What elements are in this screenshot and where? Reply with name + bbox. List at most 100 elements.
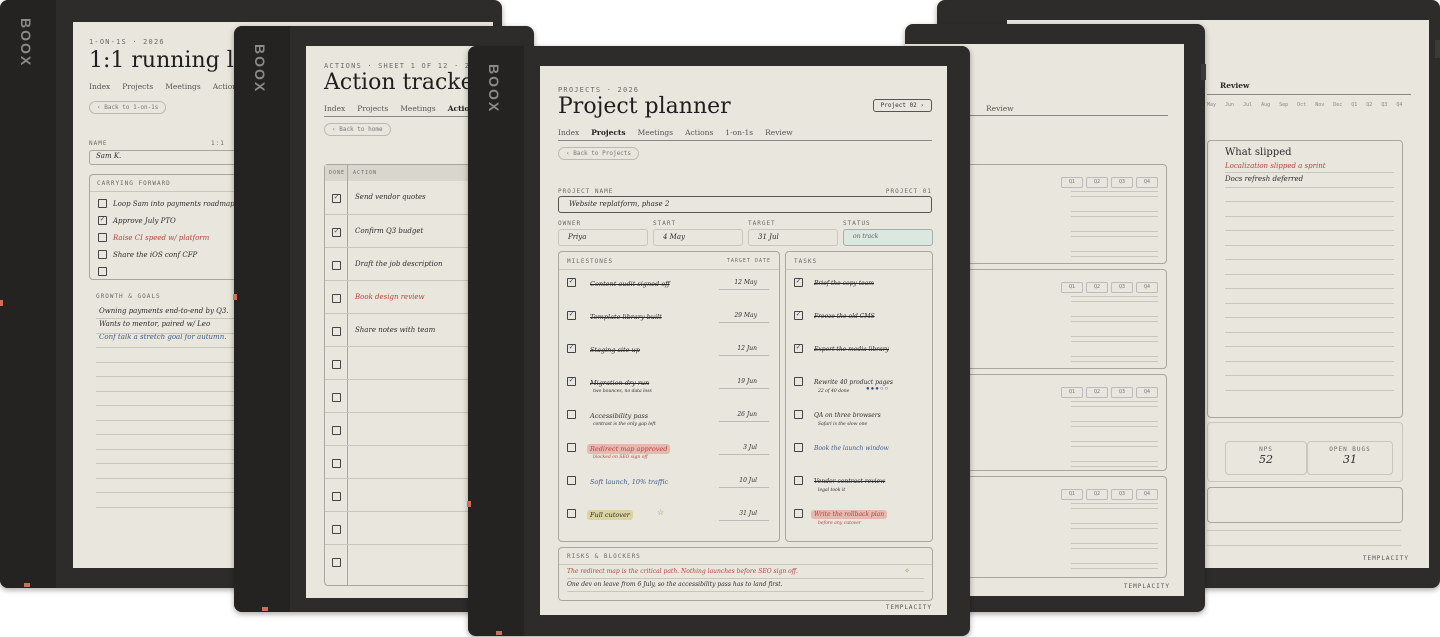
checkbox[interactable]: ✓ <box>567 377 576 386</box>
tasks-box: TASKS ✓ Brief the copy team ✓ Freeze the ol… <box>785 251 933 542</box>
checkbox[interactable] <box>794 410 803 419</box>
milestone-date: 3 Jul <box>743 444 757 451</box>
status-field[interactable]: on track <box>843 229 933 246</box>
checkbox[interactable] <box>98 267 107 276</box>
quarter-tab[interactable]: Q4 <box>1136 177 1158 188</box>
nav-review[interactable]: Review <box>1220 81 1249 90</box>
checkbox[interactable] <box>98 233 107 242</box>
checkbox[interactable] <box>332 492 341 501</box>
quarter-tab[interactable]: Q2 <box>1086 387 1108 398</box>
project-name-label: PROJECT NAME <box>558 188 614 195</box>
month-label: Q4 <box>1396 102 1403 108</box>
progress-track <box>1071 251 1158 257</box>
checkbox[interactable] <box>98 199 107 208</box>
nav-meetings[interactable]: Meetings <box>165 82 200 91</box>
page-title: Project planner <box>558 94 731 119</box>
checkbox[interactable] <box>567 476 576 485</box>
checkbox[interactable] <box>794 443 803 452</box>
checkbox[interactable]: ✓ <box>567 278 576 287</box>
checkbox[interactable] <box>794 377 803 386</box>
checkbox[interactable] <box>332 327 341 336</box>
checkbox[interactable] <box>332 426 341 435</box>
quarter-tab[interactable]: Q3 <box>1111 387 1133 398</box>
quarter-tab[interactable]: Q1 <box>1061 282 1083 293</box>
quarter-tab[interactable]: Q4 <box>1136 489 1158 500</box>
ruled-line <box>1225 201 1394 202</box>
ruled-line <box>1225 331 1394 333</box>
status-value: on track <box>853 233 879 240</box>
quarter-tab[interactable]: Q2 <box>1086 177 1108 188</box>
month-label: Oct <box>1297 102 1307 108</box>
nav-projects[interactable]: Projects <box>122 82 153 91</box>
checkbox[interactable] <box>567 509 576 518</box>
quarter-tab[interactable]: Q4 <box>1136 387 1158 398</box>
nav-actions[interactable]: Actions <box>685 128 713 137</box>
nav-meetings[interactable]: Meetings <box>638 128 673 137</box>
start-field[interactable]: 4 May <box>653 229 743 246</box>
checkbox[interactable] <box>332 261 341 270</box>
month-label: Q3 <box>1381 102 1388 108</box>
checkbox[interactable] <box>332 393 341 402</box>
quarter-tab[interactable]: Q1 <box>1061 387 1083 398</box>
quarter-tab[interactable]: Q3 <box>1111 177 1133 188</box>
slipped-title: What slipped <box>1225 147 1292 158</box>
quarter-tab[interactable]: Q3 <box>1111 489 1133 500</box>
nav-review[interactable]: Review <box>986 104 1014 113</box>
checkbox[interactable]: ✓ <box>794 344 803 353</box>
checkbox[interactable]: ✓ <box>567 344 576 353</box>
milestone-row: ✓ Migration dry run 19 Jun two bounces, no … <box>559 373 779 406</box>
carry-text: Loop Sam into payments roadmap <box>113 199 235 208</box>
quarter-tab[interactable]: Q1 <box>1061 177 1083 188</box>
target-field[interactable]: 31 Jul <box>748 229 838 246</box>
star-icon: ☆ <box>657 508 665 517</box>
checkbox[interactable] <box>332 558 341 567</box>
quarter-tab[interactable]: Q2 <box>1086 489 1108 500</box>
project-name-field[interactable]: Website replatform, phase 2 <box>558 196 932 213</box>
checkbox[interactable] <box>332 360 341 369</box>
checkbox[interactable]: ✓ <box>332 194 341 203</box>
carry-text: Approve July PTO <box>113 216 176 225</box>
checkbox[interactable]: ✓ <box>332 228 341 237</box>
checkbox[interactable] <box>567 443 576 452</box>
name-field[interactable]: Sam K. <box>89 150 241 165</box>
progress-track <box>1071 401 1158 407</box>
page-title: Action tracker <box>324 70 485 95</box>
checkbox[interactable] <box>332 294 341 303</box>
progress-track <box>1071 296 1158 302</box>
nav-index[interactable]: Index <box>558 128 579 137</box>
owner-field[interactable]: Priya <box>558 229 648 246</box>
quarter-tab[interactable]: Q3 <box>1111 282 1133 293</box>
quarter-tab[interactable]: Q4 <box>1136 282 1158 293</box>
checkbox[interactable]: ✓ <box>794 311 803 320</box>
back-button[interactable]: ‹ Back to home <box>324 123 391 136</box>
nav-meetings[interactable]: Meetings <box>400 104 435 113</box>
nav-projects[interactable]: Projects <box>357 104 388 113</box>
back-button[interactable]: ‹ Back to 1-on-1s <box>89 101 167 114</box>
target-date-label: TARGET DATE <box>726 258 771 264</box>
templacity-logo: TEMPLACITY <box>1362 555 1409 562</box>
nav-review[interactable]: Review <box>765 128 793 137</box>
owner-label: OWNER <box>558 220 582 227</box>
nav-index[interactable]: Index <box>324 104 345 113</box>
action-text: Book design review <box>355 293 425 301</box>
checkbox[interactable]: ✓ <box>98 216 107 225</box>
nav-bar: Index Projects Meetings Actions 1-on-1s Revie… <box>558 128 793 137</box>
milestone-row: ✓ Staging site up 12 Jun <box>559 340 779 373</box>
project-select-button[interactable]: Project 02 › <box>872 99 932 112</box>
checkbox[interactable] <box>98 250 107 259</box>
nav-projects[interactable]: Projects <box>591 128 625 137</box>
checkbox[interactable] <box>332 459 341 468</box>
checkbox[interactable] <box>794 509 803 518</box>
back-button[interactable]: ‹ Back to Projects <box>558 147 640 160</box>
checkbox[interactable]: ✓ <box>794 278 803 287</box>
quarter-panel: Q1 Q2 Q3 Q4 <box>965 374 1167 471</box>
quarter-tab[interactable]: Q1 <box>1061 489 1083 500</box>
nav-index[interactable]: Index <box>89 82 110 91</box>
checkbox[interactable] <box>794 476 803 485</box>
checkbox[interactable] <box>332 525 341 534</box>
nav-1-on-1s[interactable]: 1-on-1s <box>725 128 753 137</box>
checkbox[interactable] <box>567 410 576 419</box>
quarter-tab[interactable]: Q2 <box>1086 282 1108 293</box>
task-row: Rewrite 40 product pages 22 of 40 done ●●●… <box>786 373 932 406</box>
checkbox[interactable]: ✓ <box>567 311 576 320</box>
